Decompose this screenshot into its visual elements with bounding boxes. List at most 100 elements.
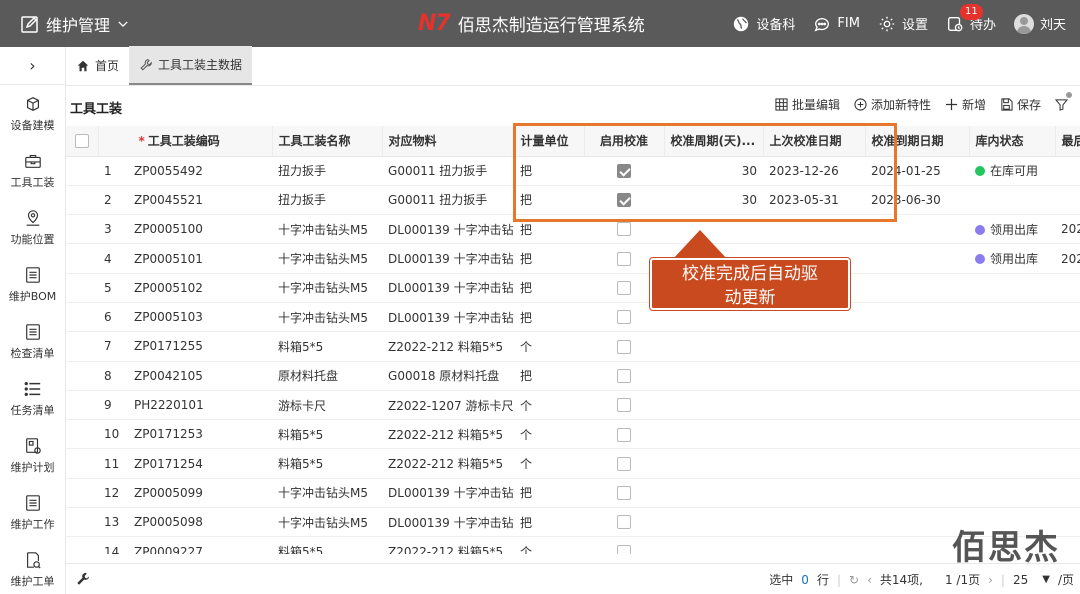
fim-button[interactable]: FIM [813, 15, 860, 33]
calibration-due-date[interactable] [865, 448, 970, 479]
calibration-checkbox[interactable] [617, 486, 632, 501]
row-select-cell[interactable] [66, 507, 98, 538]
tool-code[interactable]: ZP0005102 [128, 273, 233, 303]
add-new-button[interactable]: 新增 [945, 96, 986, 113]
column-header-name[interactable]: 工具工装名称 [272, 126, 383, 157]
calibration-enabled-cell[interactable] [584, 185, 665, 216]
tool-code[interactable]: ZP0042105 [128, 361, 233, 391]
tool-code[interactable]: ZP0171254 [128, 448, 233, 479]
calibration-cycle[interactable] [664, 361, 764, 391]
tool-code[interactable]: PH2220101 [128, 390, 233, 421]
unit[interactable]: 个 [514, 390, 585, 421]
row-select-cell[interactable] [66, 536, 98, 554]
table-row[interactable]: 14 ZP0009227 料箱5*5 Z2022-212 料箱5*5 个 [66, 536, 1080, 554]
calibration-cycle[interactable] [664, 390, 764, 421]
calibration-checkbox[interactable] [617, 281, 632, 296]
select-all-cell[interactable] [66, 126, 99, 157]
dept-button[interactable]: 设备科 [732, 14, 795, 33]
column-header-due-date[interactable]: 校准到期日期 [865, 126, 970, 157]
material[interactable]: G00018 原材料托盘 [382, 361, 515, 391]
sidebar-item-checklist[interactable]: 检查清单 [0, 313, 65, 370]
page-size-select[interactable]: 25 ▼ [1013, 573, 1050, 587]
calibration-due-date[interactable] [865, 214, 970, 245]
filter-button[interactable] [1055, 92, 1072, 111]
settings-button[interactable]: 设置 [878, 14, 928, 33]
tab-tool-master-data[interactable]: 工具工装主数据 [129, 46, 253, 85]
material[interactable]: DL000139 十字冲击钻头 [382, 478, 515, 509]
table-row[interactable]: 7 ZP0171255 料箱5*5 Z2022-212 料箱5*5 个 [66, 331, 1080, 362]
prev-page-icon[interactable]: ‹ [867, 573, 872, 587]
calibration-due-date[interactable] [865, 273, 970, 303]
calibration-checkbox[interactable] [617, 193, 632, 208]
tool-name[interactable]: 十字冲击钻头M5 [272, 478, 383, 509]
sidebar-toggle[interactable]: › [0, 47, 65, 85]
last-calibration-date[interactable]: 2023-12-26 [763, 156, 866, 186]
column-header-unit[interactable]: 计量单位 [514, 126, 585, 157]
tool-code[interactable]: ZP0005103 [128, 302, 233, 333]
row-select-cell[interactable] [66, 185, 98, 216]
table-row[interactable]: 10 ZP0171253 料箱5*5 Z2022-212 料箱5*5 个 [66, 419, 1080, 450]
calibration-checkbox[interactable] [617, 310, 632, 325]
todo-button[interactable]: 11 待办 [946, 4, 996, 33]
unit[interactable]: 把 [514, 273, 585, 303]
last-calibration-date[interactable] [763, 478, 866, 509]
unit[interactable]: 个 [514, 536, 585, 554]
last-calibration-date[interactable] [763, 390, 866, 421]
tool-name[interactable]: 十字冲击钻头M5 [272, 273, 383, 303]
row-select-cell[interactable] [66, 478, 98, 509]
calibration-checkbox[interactable] [617, 339, 632, 354]
unit[interactable]: 个 [514, 448, 585, 479]
calibration-cycle[interactable] [664, 331, 764, 362]
calibration-checkbox[interactable] [617, 544, 632, 554]
unit[interactable]: 把 [514, 185, 585, 216]
row-select-cell[interactable] [66, 361, 98, 391]
row-select-cell[interactable] [66, 331, 98, 362]
tool-name[interactable]: 料箱5*5 [272, 448, 383, 479]
tool-code[interactable]: ZP0009227 [128, 536, 233, 554]
table-row[interactable]: 9 PH2220101 游标卡尺 Z2022-1207 游标卡尺个 [66, 390, 1080, 421]
material[interactable]: Z2022-212 料箱5*5 [382, 536, 515, 554]
table-row[interactable]: 12 ZP0005099 十字冲击钻头M5 DL000139 十字冲击钻头把 [66, 478, 1080, 509]
calibration-checkbox[interactable] [617, 427, 632, 442]
unit[interactable]: 把 [514, 214, 585, 245]
last-calibration-date[interactable] [763, 507, 866, 538]
next-page-icon[interactable]: › [988, 573, 993, 587]
sidebar-item-task-list[interactable]: 任务清单 [0, 370, 65, 427]
tool-name[interactable]: 料箱5*5 [272, 419, 383, 450]
tool-name[interactable]: 扭力扳手 [272, 156, 383, 186]
calibration-enabled-cell[interactable] [584, 507, 665, 538]
unit[interactable]: 个 [514, 331, 585, 362]
calibration-due-date[interactable] [865, 390, 970, 421]
table-row[interactable]: 3 ZP0005100 十字冲击钻头M5 DL000139 十字冲击钻头把领用出库 20… [66, 214, 1080, 245]
row-select-cell[interactable] [66, 273, 98, 303]
tool-name[interactable]: 十字冲击钻头M5 [272, 302, 383, 333]
row-select-cell[interactable] [66, 214, 98, 245]
tool-name[interactable]: 原材料托盘 [272, 361, 383, 391]
table-row[interactable]: 2 ZP0045521 扭力扳手 G00011 扭力扳手把 30 2023-05-31 20… [66, 185, 1080, 216]
calibration-enabled-cell[interactable] [584, 156, 665, 186]
unit[interactable]: 把 [514, 478, 585, 509]
calibration-enabled-cell[interactable] [584, 478, 665, 509]
calibration-due-date[interactable] [865, 361, 970, 391]
select-all-checkbox[interactable] [74, 134, 89, 148]
calibration-due-date[interactable] [865, 302, 970, 333]
calibration-cycle[interactable] [664, 478, 764, 509]
tool-name[interactable]: 料箱5*5 [272, 331, 383, 362]
calibration-cycle[interactable] [664, 536, 764, 554]
calibration-enabled-cell[interactable] [584, 214, 665, 245]
last-calibration-date[interactable]: 2023-05-31 [763, 185, 866, 216]
unit[interactable]: 个 [514, 419, 585, 450]
tool-code[interactable]: ZP0005101 [128, 243, 233, 274]
calibration-checkbox[interactable] [617, 163, 632, 178]
calibration-due-date[interactable]: 2024-01-25 [865, 156, 970, 186]
tab-home[interactable]: 首页 [66, 46, 129, 85]
unit[interactable]: 把 [514, 361, 585, 391]
column-header-material[interactable]: 对应物料 [382, 126, 515, 157]
calibration-cycle[interactable] [664, 419, 764, 450]
module-switcher[interactable]: 维护管理 [20, 0, 130, 47]
material[interactable]: DL000139 十字冲击钻头 [382, 273, 515, 303]
batch-edit-button[interactable]: 批量编辑 [775, 96, 840, 113]
sidebar-item-function-location[interactable]: 功能位置 [0, 199, 65, 256]
material[interactable]: Z2022-212 料箱5*5 [382, 419, 515, 450]
tool-name[interactable]: 扭力扳手 [272, 185, 383, 216]
